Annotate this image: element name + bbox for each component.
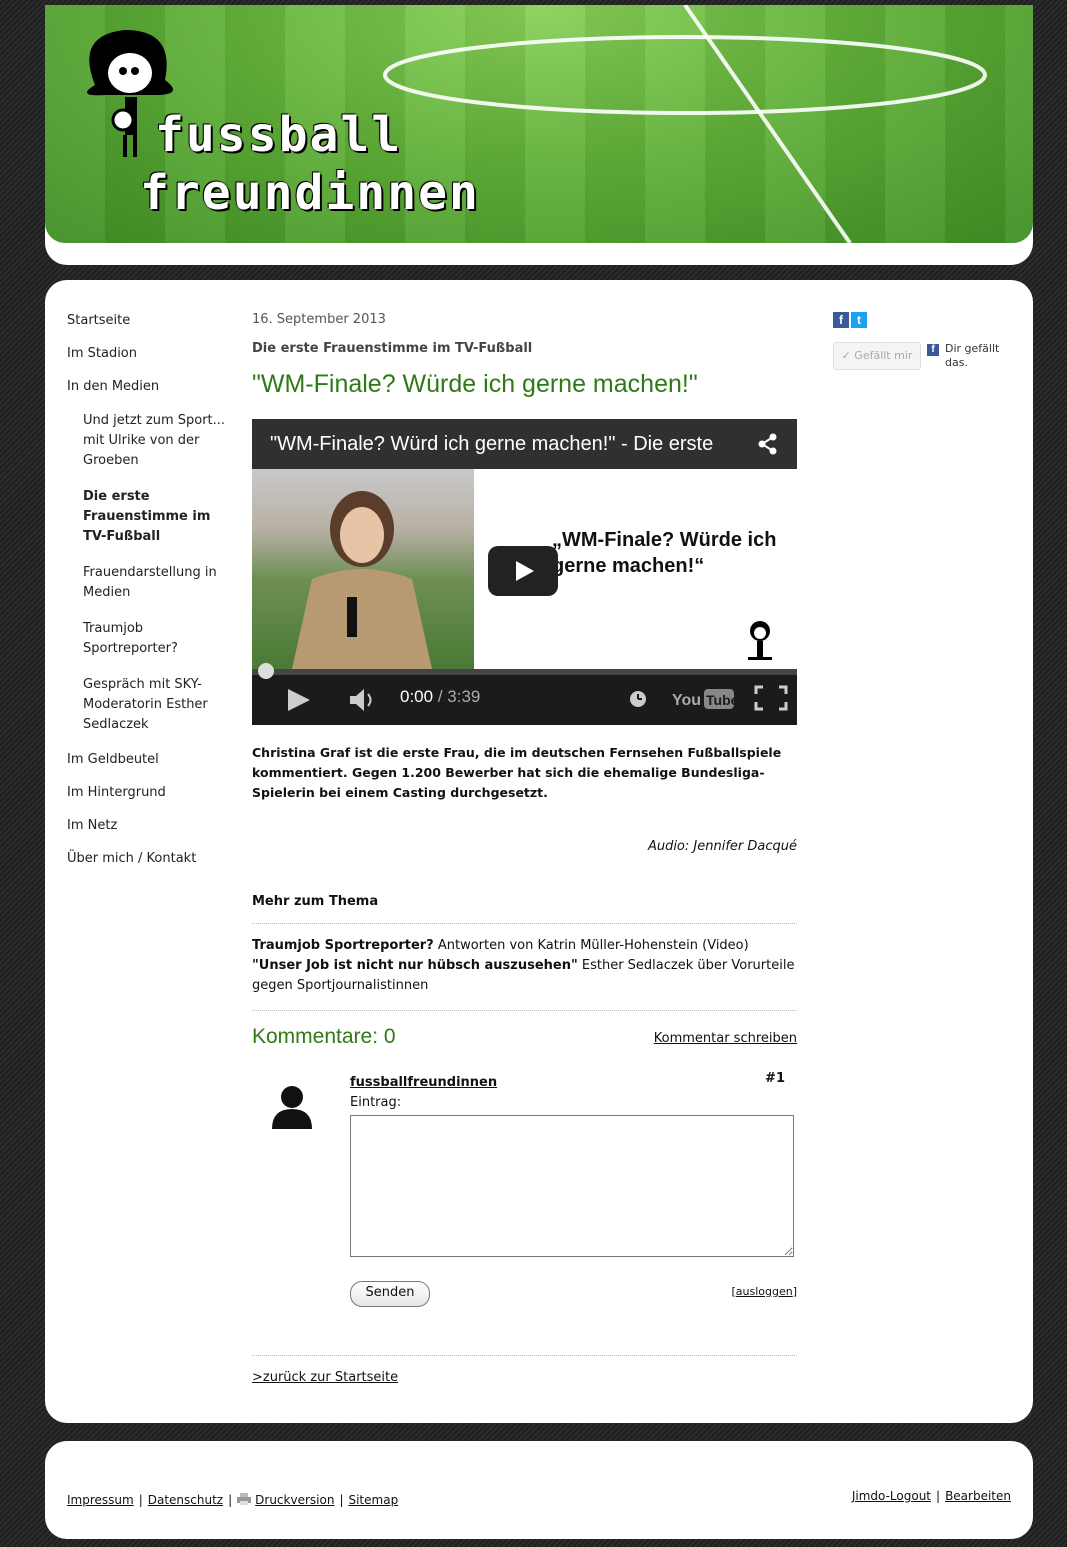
more-on-topic-title: Mehr zum Thema: [252, 894, 797, 924]
nav-item-im-netz[interactable]: Im Netz: [67, 817, 237, 834]
svg-text:Tube: Tube: [706, 692, 736, 708]
nav-item-startseite[interactable]: Startseite: [67, 312, 237, 329]
nav-item-im-geldbeutel[interactable]: Im Geldbeutel: [67, 751, 237, 768]
video-progress-bar[interactable]: [252, 663, 797, 679]
nav-item-kontakt[interactable]: Über mich / Kontakt: [67, 850, 237, 867]
related-link-traumjob-rest: Antworten von Katrin Müller-Hohenstein (…: [433, 938, 749, 953]
printer-icon: [237, 1493, 252, 1505]
main-panel: Startseite Im Stadion In den Medien Und …: [45, 280, 1033, 1423]
logout-link[interactable]: ausloggen: [736, 1285, 793, 1298]
logout-wrapper: [ausloggen]: [731, 1285, 797, 1298]
video-title: "WM-Finale? Würd ich gerne machen!" - Di…: [270, 433, 714, 455]
nav-subitem-frauendarstellung[interactable]: Frauendarstellung in Medien: [83, 563, 237, 603]
footer-separator: |: [339, 1493, 344, 1507]
related-link-traumjob[interactable]: Traumjob Sportreporter? Antworten von Ka…: [252, 938, 749, 953]
nav-item-im-hintergrund[interactable]: Im Hintergrund: [67, 784, 237, 801]
nav-subitem-frauenstimme[interactable]: Die erste Frauenstimme im TV-Fußball: [83, 487, 237, 547]
share-icon[interactable]: [757, 433, 779, 455]
nav-item-in-den-medien[interactable]: In den Medien: [67, 378, 237, 395]
volume-icon[interactable]: [348, 687, 380, 713]
site-logo[interactable]: fussball freundinnen: [75, 25, 478, 225]
logo-text-line2: freundinnen: [140, 165, 480, 221]
time-current: 0:00: [400, 687, 434, 706]
comments-header: Kommentare: 0 Kommentar schreiben: [252, 1025, 797, 1055]
article-date: 16. September 2013: [252, 312, 386, 327]
facebook-like-row: ✓ Gefällt mir f Dir gefällt das.: [833, 342, 1013, 372]
social-icons: f t: [833, 312, 1013, 328]
nav-item-im-stadion[interactable]: Im Stadion: [67, 345, 237, 362]
send-button[interactable]: Senden: [350, 1281, 430, 1307]
comment-textarea[interactable]: [350, 1115, 794, 1257]
related-link-sedlaczek-bold: "Unser Job ist nicht nur hübsch auszuseh…: [252, 958, 578, 973]
nav-subitem-traumjob[interactable]: Traumjob Sportreporter?: [83, 619, 237, 659]
sitemap-link[interactable]: Sitemap: [348, 1493, 398, 1507]
entry-label: Eintrag:: [350, 1095, 402, 1110]
write-comment-link[interactable]: Kommentar schreiben: [654, 1031, 797, 1046]
comment-form: fussballfreundinnen #1 Eintrag: Senden […: [252, 1071, 797, 1307]
like-status-text: Dir gefällt das.: [945, 342, 1000, 369]
article-content: 16. September 2013 Die erste Frauenstimm…: [252, 312, 797, 1385]
back-separator: [252, 1355, 797, 1356]
youtube-logo-icon[interactable]: You Tube: [672, 687, 736, 711]
comment-username[interactable]: fussballfreundinnen: [350, 1075, 497, 1090]
article-subtitle: Die erste Frauenstimme im TV-Fußball: [252, 341, 533, 356]
facebook-icon[interactable]: f: [833, 312, 849, 328]
footer-separator: |: [936, 1489, 941, 1503]
related-link-sedlaczek[interactable]: "Unser Job ist nicht nur hübsch auszuseh…: [252, 958, 794, 993]
footer-links-left: Impressum | Datenschutz | Druckversion | Sitem…: [67, 1493, 398, 1507]
jimdo-logout-link[interactable]: Jimdo-Logout: [852, 1489, 931, 1503]
video-controls: 0:00 / 3:39 You Tube: [252, 663, 797, 725]
reporter-figure: [292, 491, 432, 669]
impressum-link[interactable]: Impressum: [67, 1493, 134, 1507]
datenschutz-link[interactable]: Datenschutz: [148, 1493, 223, 1507]
mascot-small-icon: [748, 621, 772, 660]
site-footer: Impressum | Datenschutz | Druckversion | Sitem…: [45, 1441, 1033, 1539]
footer-links-right: Jimdo-Logout | Bearbeiten: [852, 1489, 1011, 1503]
comments-count-title: Kommentare: 0: [252, 1025, 396, 1048]
footer-separator: |: [228, 1493, 233, 1507]
article-lead: Christina Graf ist die erste Frau, die i…: [252, 745, 782, 800]
play-icon[interactable]: [286, 687, 312, 713]
video-player[interactable]: „WM-Finale? Würde ich gerne machen!“ "WM…: [252, 419, 797, 725]
sidebar-nav: Startseite Im Stadion In den Medien Und …: [67, 312, 237, 883]
video-thumbnail-photo: [252, 469, 474, 669]
video-title-bar[interactable]: "WM-Finale? Würd ich gerne machen!" - Di…: [252, 419, 797, 469]
like-button[interactable]: ✓ Gefällt mir: [833, 342, 921, 370]
watch-later-icon[interactable]: [628, 689, 648, 709]
fullscreen-icon[interactable]: [754, 685, 788, 711]
svg-text:You: You: [672, 692, 701, 709]
edit-link[interactable]: Bearbeiten: [945, 1489, 1011, 1503]
logo-text-line1: fussball: [155, 107, 403, 163]
progress-knob[interactable]: [258, 663, 274, 679]
time-total: / 3:39: [437, 687, 481, 706]
comment-number: #1: [765, 1071, 785, 1086]
footer-separator: |: [138, 1493, 143, 1507]
avatar-icon: [272, 1086, 312, 1129]
related-link-traumjob-bold: Traumjob Sportreporter?: [252, 938, 434, 953]
back-to-home-link[interactable]: >zurück zur Startseite: [252, 1370, 398, 1385]
play-button-large[interactable]: [488, 546, 558, 596]
site-header: fussball freundinnen: [45, 5, 1033, 265]
facebook-small-icon: f: [927, 344, 939, 356]
nav-subitem-ulrike[interactable]: Und jetzt zum Sport... mit Ulrike von de…: [83, 411, 237, 471]
article-headline: "WM-Finale? Würde ich gerne machen!": [252, 370, 698, 398]
video-quote-text: „WM-Finale? Würde ich gerne machen!“: [552, 529, 777, 577]
print-version-link[interactable]: Druckversion: [255, 1493, 334, 1507]
twitter-icon[interactable]: t: [851, 312, 867, 328]
audio-credit: Audio: Jennifer Dacqué: [647, 839, 797, 854]
social-widgets: f t ✓ Gefällt mir f Dir gefällt das.: [833, 312, 1013, 372]
more-on-topic-links: Traumjob Sportreporter? Antworten von Ka…: [252, 936, 797, 1011]
video-time: 0:00 / 3:39: [400, 687, 480, 707]
nav-subitem-sedlaczek[interactable]: Gespräch mit SKY-Moderatorin Esther Sedl…: [83, 675, 237, 735]
